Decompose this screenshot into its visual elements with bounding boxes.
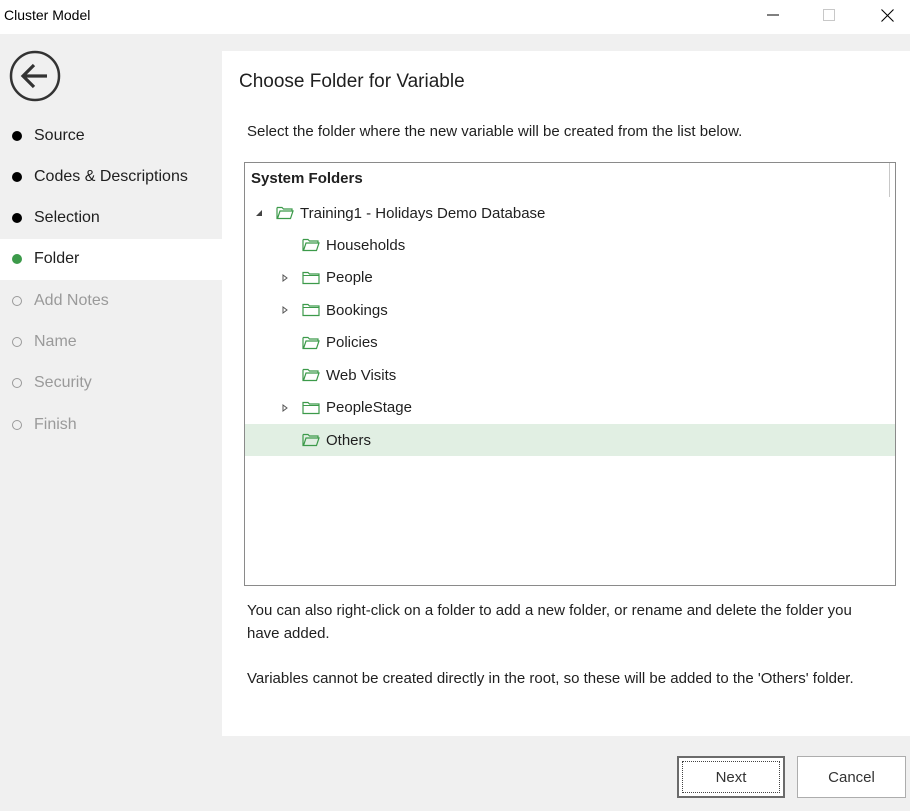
- content-panel: Choose Folder for Variable Select the fo…: [222, 51, 910, 736]
- step-pending-icon: [12, 337, 22, 347]
- wizard-sidebar: Source Codes & Descriptions Selection Folde…: [0, 34, 222, 736]
- folder-icon: [302, 401, 320, 415]
- sidebar-step-folder[interactable]: Folder: [0, 238, 222, 280]
- window-title: Cluster Model: [4, 7, 91, 23]
- tree-node-label: Households: [326, 236, 406, 254]
- sidebar-step-codes-descriptions[interactable]: Codes & Descriptions: [0, 156, 222, 197]
- tree-node-root[interactable]: Training1 - Holidays Demo Database: [245, 197, 895, 229]
- sidebar-step-label: Source: [34, 126, 85, 144]
- tree-node-policies[interactable]: Policies: [245, 327, 895, 359]
- folder-open-icon: [302, 336, 320, 350]
- close-button[interactable]: [864, 0, 910, 30]
- tree-node-label: People: [326, 269, 373, 286]
- tree-node-label: Others: [326, 431, 372, 449]
- tree-node-label: Policies: [326, 334, 378, 351]
- folder-tree[interactable]: System Folders Training1 - Holidays Demo…: [244, 162, 896, 586]
- tree-node-label: Training1 - Holidays Demo Database: [300, 204, 546, 222]
- sidebar-step-label: Security: [34, 374, 92, 392]
- instruction-text: Select the folder where the new variable…: [247, 123, 743, 140]
- tree-node-households[interactable]: Households: [245, 229, 895, 261]
- step-pending-icon: [12, 295, 22, 306]
- tree-node-people[interactable]: People: [245, 262, 895, 294]
- sidebar-step-security[interactable]: Security: [0, 363, 222, 404]
- expand-arrow-icon[interactable]: [280, 305, 290, 315]
- tree-node-web-visits[interactable]: Web Visits: [245, 359, 895, 391]
- sidebar-step-label: Codes & Descriptions: [34, 167, 188, 185]
- sidebar-step-name[interactable]: Name: [0, 322, 222, 363]
- tree-node-peoplestage[interactable]: PeopleStage: [245, 392, 895, 424]
- tree-node-others[interactable]: Others: [245, 424, 895, 456]
- step-current-icon: [12, 254, 22, 265]
- cancel-button[interactable]: Cancel: [797, 756, 906, 798]
- tree-header: System Folders: [251, 170, 363, 187]
- step-done-icon: [12, 171, 22, 182]
- sidebar-step-finish[interactable]: Finish: [0, 404, 222, 445]
- folder-open-icon: [302, 368, 320, 382]
- back-button[interactable]: [9, 50, 61, 102]
- sidebar-step-label: Selection: [34, 209, 100, 227]
- maximize-button[interactable]: [806, 0, 852, 30]
- folder-open-icon: [302, 433, 320, 447]
- folder-icon: [302, 303, 320, 317]
- step-pending-icon: [12, 378, 22, 389]
- tree-node-label: Web Visits: [326, 366, 397, 384]
- maximize-icon: [823, 9, 835, 21]
- title-bar: Cluster Model: [0, 0, 910, 34]
- tree-node-label: Bookings: [326, 301, 388, 319]
- back-arrow-icon: [9, 50, 61, 102]
- sidebar-step-source[interactable]: Source: [0, 115, 222, 156]
- sidebar-step-label: Add Notes: [34, 291, 109, 309]
- expand-arrow-icon[interactable]: [280, 403, 290, 413]
- help-text-rename: You can also right-click on a folder to …: [247, 602, 852, 642]
- folder-open-icon: [302, 238, 320, 252]
- sidebar-step-selection[interactable]: Selection: [0, 198, 222, 239]
- sidebar-step-add-notes[interactable]: Add Notes: [0, 280, 222, 321]
- step-pending-icon: [12, 419, 22, 430]
- minimize-button[interactable]: [750, 0, 796, 30]
- page-title: Choose Folder for Variable: [239, 71, 465, 92]
- tree-node-label: PeopleStage: [326, 399, 412, 416]
- expand-arrow-icon[interactable]: [280, 273, 290, 283]
- collapse-arrow-icon[interactable]: [254, 208, 264, 218]
- sidebar-step-label: Name: [34, 333, 77, 350]
- help-text-root: Variables cannot be created directly in …: [247, 670, 854, 687]
- tree-node-bookings[interactable]: Bookings: [245, 294, 895, 326]
- next-button[interactable]: Next: [677, 756, 785, 798]
- close-icon: [880, 8, 894, 22]
- step-done-icon: [12, 130, 22, 141]
- sidebar-step-label: Folder: [34, 250, 80, 268]
- minimize-icon: [767, 14, 779, 16]
- step-done-icon: [12, 213, 22, 224]
- folder-icon: [302, 271, 320, 285]
- sidebar-step-label: Finish: [34, 415, 77, 433]
- folder-open-icon: [276, 206, 294, 220]
- tree-scrollbar[interactable]: [889, 163, 895, 197]
